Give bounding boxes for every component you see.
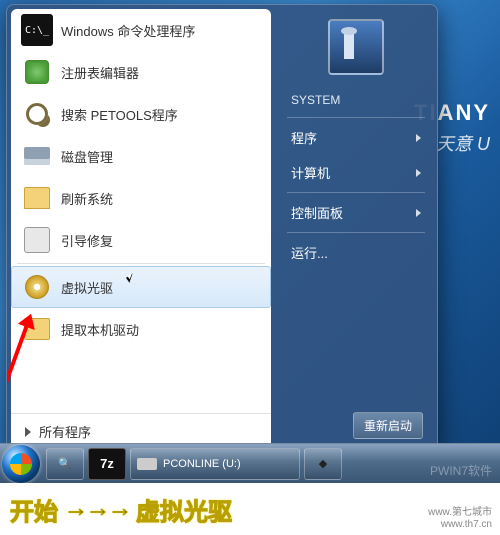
magnifier-chip-icon: 🔍 [58, 457, 72, 470]
right-item-control-panel[interactable]: 控制面板 [285, 195, 427, 230]
menu-label: 注册表编辑器 [61, 63, 139, 82]
footer-text-target: 虚拟光驱 [136, 492, 232, 527]
right-label: 计算机 [291, 163, 330, 182]
chevron-right-icon [416, 209, 421, 217]
menu-item-virtual-cd[interactable]: 虚拟光驱 [11, 266, 271, 308]
right-separator [287, 192, 425, 193]
menu-label: 搜索 PETOOLS程序 [61, 105, 178, 124]
right-item-run[interactable]: 运行... [285, 235, 427, 270]
user-avatar[interactable] [328, 19, 384, 75]
menu-label: 磁盘管理 [61, 147, 113, 166]
menu-label: 引导修复 [61, 231, 113, 250]
user-name-label: SYSTEM [285, 89, 427, 115]
menu-label: 虚拟光驱 [61, 278, 113, 297]
menu-label: 刷新系统 [61, 189, 113, 208]
chip-icon: ◆ [319, 457, 327, 470]
menu-label: 提取本机驱动 [61, 320, 139, 339]
watermark-brand: PWIN7软件 [430, 462, 492, 479]
footer-text-start: 开始 [10, 492, 58, 527]
restart-button[interactable]: 重新启动 [353, 412, 423, 439]
footer-arrows: →→→ [64, 495, 130, 523]
chevron-right-icon [25, 427, 31, 437]
watermark-site: www.第七城市 www.th7.cn [428, 507, 492, 531]
right-separator [287, 117, 425, 118]
folder-refresh-icon [21, 182, 53, 214]
start-menu-left-pane: C:\_ Windows 命令处理程序 注册表编辑器 搜索 PETOOLS程序 … [11, 9, 271, 449]
menu-item-cmd[interactable]: C:\_ Windows 命令处理程序 [11, 9, 271, 51]
disk-icon [21, 140, 53, 172]
menu-item-regedit[interactable]: 注册表编辑器 [11, 51, 271, 93]
right-label: 运行... [291, 243, 328, 262]
taskbar-hwinfo-button[interactable]: 🔍 [46, 448, 84, 480]
program-list: C:\_ Windows 命令处理程序 注册表编辑器 搜索 PETOOLS程序 … [11, 9, 271, 413]
search-icon [21, 98, 53, 130]
start-menu: C:\_ Windows 命令处理程序 注册表编辑器 搜索 PETOOLS程序 … [6, 4, 438, 454]
drive-label: PCONLINE (U:) [163, 458, 241, 470]
right-label: 控制面板 [291, 203, 343, 222]
taskbar-7zip-button[interactable]: 7z [88, 448, 126, 480]
shutdown-area: 重新启动 [285, 406, 427, 443]
taskbar-chip-button[interactable]: ◆ [304, 448, 342, 480]
chevron-right-icon [416, 169, 421, 177]
start-menu-right-pane: SYSTEM 程序 计算机 控制面板 运行... 重新启动 [271, 5, 437, 453]
menu-item-disk-mgmt[interactable]: 磁盘管理 [11, 135, 271, 177]
annotation-footer: 开始 →→→ 虚拟光驱 www.第七城市 www.th7.cn [0, 483, 500, 535]
taskbar-drive-button[interactable]: PCONLINE (U:) [130, 448, 300, 480]
right-separator [287, 232, 425, 233]
start-button[interactable] [2, 445, 40, 483]
cmd-icon: C:\_ [21, 14, 53, 46]
all-programs-label: 所有程序 [39, 422, 91, 441]
chevron-right-icon [416, 134, 421, 142]
menu-label: Windows 命令处理程序 [61, 21, 195, 40]
right-item-computer[interactable]: 计算机 [285, 155, 427, 190]
right-label: 程序 [291, 128, 317, 147]
right-item-programs[interactable]: 程序 [285, 120, 427, 155]
menu-item-refresh[interactable]: 刷新系统 [11, 177, 271, 219]
cd-icon [21, 271, 53, 303]
regedit-icon [21, 56, 53, 88]
menu-item-extract-drivers[interactable]: 提取本机驱动 [11, 308, 271, 350]
boot-repair-icon [21, 224, 53, 256]
menu-separator [17, 263, 265, 264]
menu-item-boot-repair[interactable]: 引导修复 [11, 219, 271, 261]
menu-item-search-petools[interactable]: 搜索 PETOOLS程序 [11, 93, 271, 135]
taskbar: 🔍 7z PCONLINE (U:) ◆ [0, 443, 500, 483]
